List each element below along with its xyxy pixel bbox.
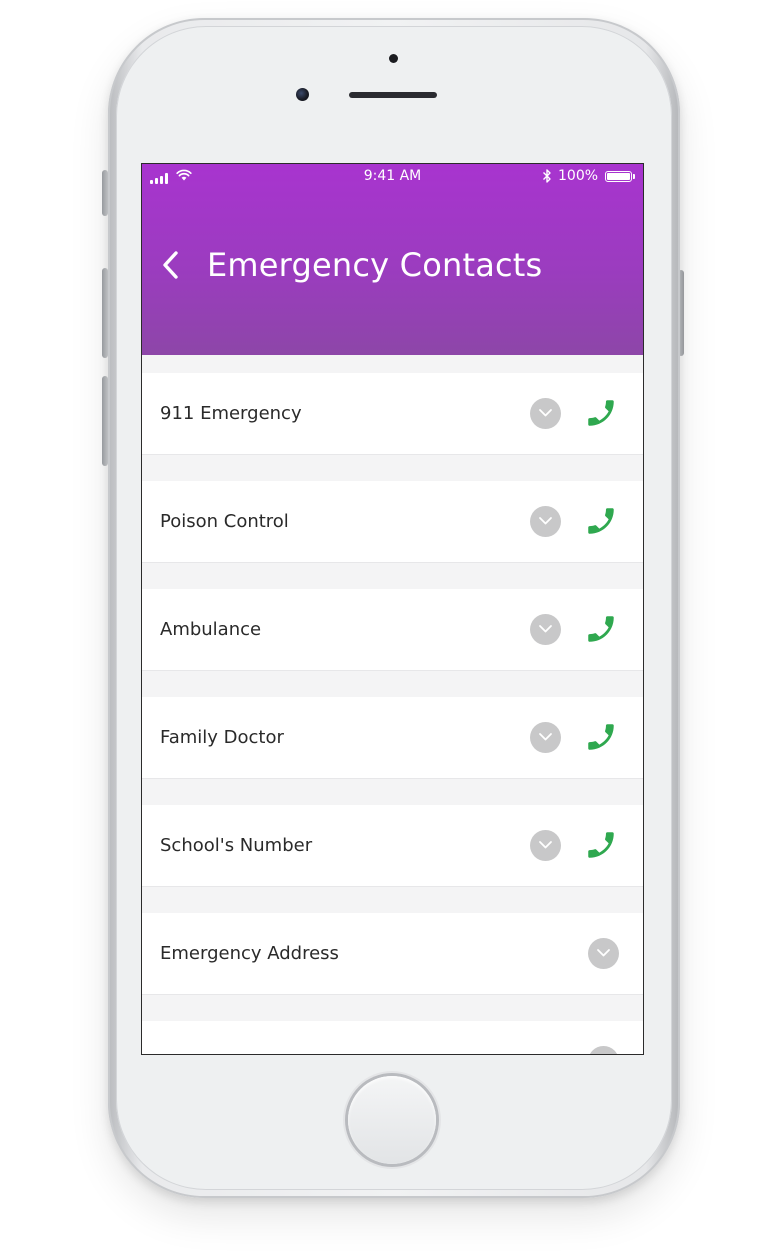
battery-percent: 100% bbox=[558, 168, 599, 184]
proximity-sensor bbox=[389, 54, 398, 63]
contact-row[interactable]: Ambulance bbox=[142, 589, 643, 670]
status-bar: 9:41 AM 100% bbox=[142, 164, 643, 190]
app-screen: 9:41 AM 100% Emergency Contacts 911 Emer… bbox=[141, 163, 644, 1055]
expand-button[interactable] bbox=[530, 398, 561, 429]
contact-label: Poison Control bbox=[160, 511, 289, 532]
contact-row[interactable] bbox=[142, 1021, 643, 1054]
page-title: Emergency Contacts bbox=[207, 246, 543, 284]
expand-button[interactable] bbox=[588, 938, 619, 969]
home-button[interactable] bbox=[348, 1076, 436, 1164]
expand-button[interactable] bbox=[530, 722, 561, 753]
contact-row[interactable]: 911 Emergency bbox=[142, 373, 643, 454]
contact-row[interactable]: School's Number bbox=[142, 805, 643, 886]
chevron-down-icon bbox=[539, 733, 552, 741]
chevron-down-icon bbox=[539, 409, 552, 417]
contact-row[interactable]: Family Doctor bbox=[142, 697, 643, 778]
bluetooth-icon bbox=[543, 169, 551, 183]
contact-label: Family Doctor bbox=[160, 727, 284, 748]
call-button[interactable] bbox=[584, 504, 618, 538]
chevron-down-icon bbox=[539, 625, 552, 633]
contact-label: 911 Emergency bbox=[160, 403, 302, 424]
chevron-left-icon bbox=[163, 251, 178, 279]
expand-button[interactable] bbox=[530, 506, 561, 537]
contact-list: 911 Emergency Poison Control Ambulance Fami… bbox=[142, 373, 643, 1054]
chevron-down-icon bbox=[539, 841, 552, 849]
battery-icon bbox=[605, 171, 632, 182]
call-button[interactable] bbox=[584, 828, 618, 862]
app-header: 9:41 AM 100% Emergency Contacts bbox=[142, 164, 643, 355]
expand-button[interactable] bbox=[530, 830, 561, 861]
phone-icon bbox=[588, 400, 614, 426]
contact-label: Emergency Address bbox=[160, 943, 339, 964]
expand-button[interactable] bbox=[530, 614, 561, 645]
chevron-down-icon bbox=[597, 949, 610, 957]
call-button[interactable] bbox=[584, 396, 618, 430]
contact-label: School's Number bbox=[160, 835, 313, 856]
phone-icon bbox=[588, 616, 614, 642]
contact-label: Ambulance bbox=[160, 619, 262, 640]
phone-icon bbox=[588, 832, 614, 858]
call-button[interactable] bbox=[584, 612, 618, 646]
chevron-down-icon bbox=[539, 517, 552, 525]
call-button[interactable] bbox=[584, 720, 618, 754]
phone-icon bbox=[588, 508, 614, 534]
front-camera bbox=[296, 88, 309, 101]
expand-button[interactable] bbox=[588, 1046, 619, 1054]
back-button[interactable] bbox=[160, 248, 188, 282]
contact-row[interactable]: Poison Control bbox=[142, 481, 643, 562]
contact-row[interactable]: Emergency Address bbox=[142, 913, 643, 994]
earpiece-speaker bbox=[349, 92, 437, 98]
phone-icon bbox=[588, 724, 614, 750]
